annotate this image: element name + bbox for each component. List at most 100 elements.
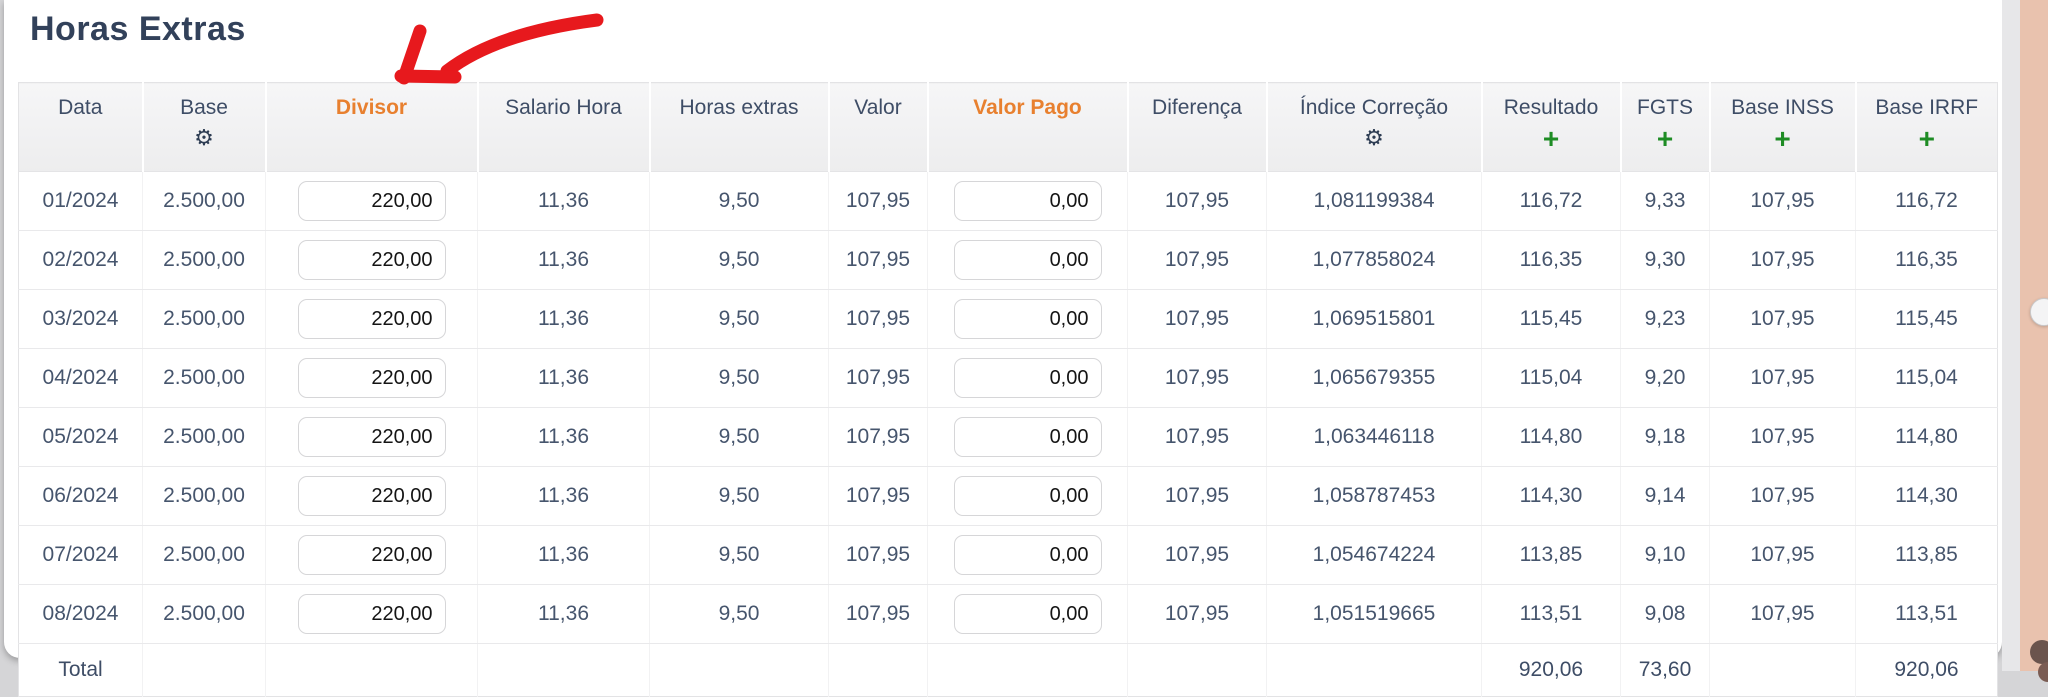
cell-resultado: 113,85 xyxy=(1482,526,1621,585)
cell-horas_extras: 9,50 xyxy=(650,526,829,585)
cell-horas_extras: 9,50 xyxy=(650,290,829,349)
cell-salario_hora: 11,36 xyxy=(478,231,650,290)
cell-fgts: 9,33 xyxy=(1621,172,1710,231)
cell-base_inss: 107,95 xyxy=(1710,526,1856,585)
cell-data: 01/2024 xyxy=(19,172,143,231)
divisor-input[interactable] xyxy=(298,240,446,280)
add-icon[interactable]: + xyxy=(1543,123,1559,154)
column-label: Diferença xyxy=(1152,96,1242,119)
divisor-input[interactable] xyxy=(298,299,446,339)
column-header-horas_extras: Horas extras xyxy=(650,83,829,172)
cell-base: 2.500,00 xyxy=(143,526,266,585)
cell-data: 08/2024 xyxy=(19,585,143,644)
cell-valor: 107,95 xyxy=(829,349,928,408)
cell-divisor xyxy=(266,172,478,231)
add-icon[interactable]: + xyxy=(1919,123,1935,154)
cell-base: 2.500,00 xyxy=(143,231,266,290)
cell-diferenca: 107,95 xyxy=(1128,585,1267,644)
table-row: 03/20242.500,0011,369,50107,95107,951,06… xyxy=(19,290,1998,349)
cell-salario_hora: 11,36 xyxy=(478,290,650,349)
cell-base: 2.500,00 xyxy=(143,467,266,526)
cell-valor_pago xyxy=(928,231,1128,290)
valor-pago-input[interactable] xyxy=(954,535,1102,575)
column-label: Salario Hora xyxy=(505,96,622,119)
divisor-input[interactable] xyxy=(298,417,446,457)
divisor-input[interactable] xyxy=(298,358,446,398)
divisor-input[interactable] xyxy=(298,181,446,221)
divisor-input[interactable] xyxy=(298,594,446,634)
cell-indice_correcao: 1,063446118 xyxy=(1267,408,1482,467)
cell-base_irrf: 113,85 xyxy=(1856,526,1998,585)
valor-pago-input[interactable] xyxy=(954,240,1102,280)
cell-diferenca: 107,95 xyxy=(1128,526,1267,585)
cell-resultado: 115,45 xyxy=(1482,290,1621,349)
valor-pago-input[interactable] xyxy=(954,476,1102,516)
cell-data: 03/2024 xyxy=(19,290,143,349)
column-header-diferenca: Diferença xyxy=(1128,83,1267,172)
column-label: Divisor xyxy=(336,96,407,119)
cell-base: 2.500,00 xyxy=(143,172,266,231)
settings-gear-icon[interactable]: ⚙ xyxy=(1364,126,1384,151)
cell-base_inss: 107,95 xyxy=(1710,172,1856,231)
cell-horas_extras: 9,50 xyxy=(650,585,829,644)
cell-diferenca: 107,95 xyxy=(1128,349,1267,408)
column-label: Base IRRF xyxy=(1875,96,1978,119)
cell-valor_pago xyxy=(928,408,1128,467)
cell-divisor xyxy=(266,231,478,290)
add-icon[interactable]: + xyxy=(1657,123,1673,154)
valor-pago-input[interactable] xyxy=(954,358,1102,398)
cell-diferenca: 107,95 xyxy=(1128,467,1267,526)
column-label: FGTS xyxy=(1637,96,1693,119)
table-header: Data Base⚙ Divisor Salario Hora Horas extras… xyxy=(19,83,1998,172)
cell-base_inss: 107,95 xyxy=(1710,231,1856,290)
divisor-input[interactable] xyxy=(298,476,446,516)
cell-valor_pago xyxy=(928,349,1128,408)
cell-diferenca: 107,95 xyxy=(1128,231,1267,290)
cell-divisor xyxy=(266,526,478,585)
total-empty-cell xyxy=(143,644,266,697)
valor-pago-input[interactable] xyxy=(954,594,1102,634)
column-label: Data xyxy=(58,96,102,119)
cell-horas_extras: 9,50 xyxy=(650,231,829,290)
cell-valor_pago xyxy=(928,172,1128,231)
column-header-indice_correcao: Índice Correção ⚙ xyxy=(1267,83,1482,172)
cell-resultado: 114,30 xyxy=(1482,467,1621,526)
cell-base_inss: 107,95 xyxy=(1710,585,1856,644)
cell-resultado: 114,80 xyxy=(1482,408,1621,467)
column-label: Índice Correção xyxy=(1300,96,1448,119)
cell-valor: 107,95 xyxy=(829,408,928,467)
column-label: Valor Pago xyxy=(973,96,1082,119)
cell-base: 2.500,00 xyxy=(143,408,266,467)
bottom-right-widget-icon xyxy=(2038,662,2048,682)
add-icon[interactable]: + xyxy=(1774,123,1790,154)
vertical-scrollbar-track[interactable] xyxy=(2002,0,2020,671)
settings-gear-icon[interactable]: ⚙ xyxy=(194,126,214,151)
total-base_irrf: 920,06 xyxy=(1856,644,1998,697)
cell-indice_correcao: 1,081199384 xyxy=(1267,172,1482,231)
column-header-valor: Valor xyxy=(829,83,928,172)
cell-salario_hora: 11,36 xyxy=(478,526,650,585)
cell-base_inss: 107,95 xyxy=(1710,408,1856,467)
cell-valor: 107,95 xyxy=(829,467,928,526)
valor-pago-input[interactable] xyxy=(954,299,1102,339)
column-header-base: Base⚙ xyxy=(143,83,266,172)
cell-valor: 107,95 xyxy=(829,172,928,231)
cell-horas_extras: 9,50 xyxy=(650,172,829,231)
column-header-base_inss: Base INSS+ xyxy=(1710,83,1856,172)
divisor-input[interactable] xyxy=(298,535,446,575)
total-fgts: 73,60 xyxy=(1621,644,1710,697)
cell-base_irrf: 114,30 xyxy=(1856,467,1998,526)
cell-fgts: 9,20 xyxy=(1621,349,1710,408)
cell-fgts: 9,18 xyxy=(1621,408,1710,467)
cell-data: 05/2024 xyxy=(19,408,143,467)
cell-diferenca: 107,95 xyxy=(1128,172,1267,231)
column-header-divisor: Divisor xyxy=(266,83,478,172)
valor-pago-input[interactable] xyxy=(954,181,1102,221)
cell-valor: 107,95 xyxy=(829,231,928,290)
valor-pago-input[interactable] xyxy=(954,417,1102,457)
cell-data: 02/2024 xyxy=(19,231,143,290)
cell-divisor xyxy=(266,408,478,467)
cell-valor: 107,95 xyxy=(829,290,928,349)
cell-fgts: 9,23 xyxy=(1621,290,1710,349)
cell-fgts: 9,10 xyxy=(1621,526,1710,585)
